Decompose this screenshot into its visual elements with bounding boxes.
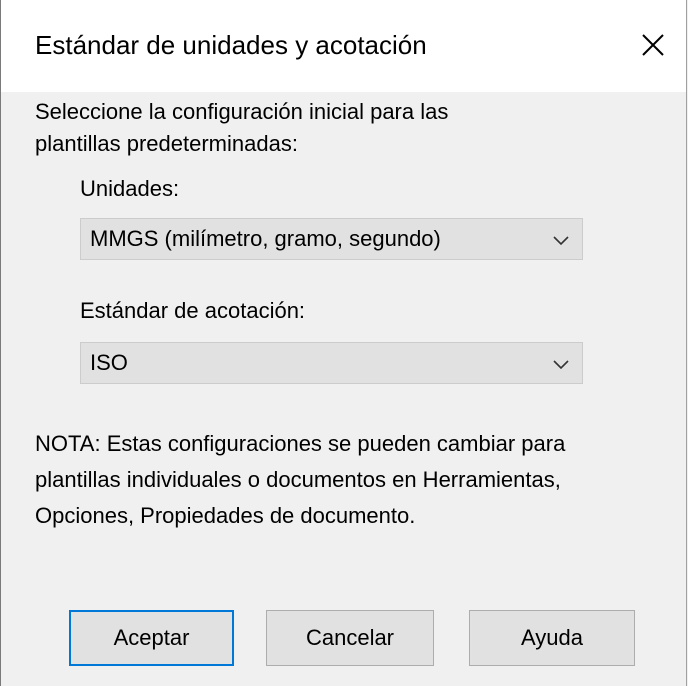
intro-text-line-1: Seleccione la configuración inicial para… <box>35 99 449 124</box>
dimension-standard-dropdown[interactable]: ISO <box>80 342 583 384</box>
title-bar: Estándar de unidades y acotación <box>1 0 686 92</box>
note-text-line-3: Opciones, Propiedades de documento. <box>35 503 416 528</box>
dimension-standard-dropdown-value: ISO <box>90 350 128 375</box>
intro-text-line-2: plantillas predeterminadas: <box>35 131 298 156</box>
note-text-line-1: NOTA: Estas configuraciones se pueden ca… <box>35 431 566 456</box>
close-icon <box>642 34 664 56</box>
units-label: Unidades: <box>80 176 180 201</box>
units-dropdown[interactable]: MMGS (milímetro, gramo, segundo) <box>80 218 583 260</box>
chevron-down-icon <box>553 236 569 246</box>
units-dimension-dialog: Estándar de unidades y acotación Selecci… <box>0 0 687 686</box>
help-button[interactable]: Ayuda <box>469 610 635 666</box>
ok-button[interactable]: Aceptar <box>69 610 234 666</box>
units-dropdown-value: MMGS (milímetro, gramo, segundo) <box>90 226 441 251</box>
note-text-line-2: plantillas individuales o documentos en … <box>35 467 561 492</box>
cancel-button[interactable]: Cancelar <box>266 610 434 666</box>
dimension-standard-label: Estándar de acotación: <box>80 298 306 323</box>
dialog-title: Estándar de unidades y acotación <box>35 30 427 60</box>
close-button[interactable] <box>626 18 680 72</box>
chevron-down-icon <box>553 360 569 370</box>
